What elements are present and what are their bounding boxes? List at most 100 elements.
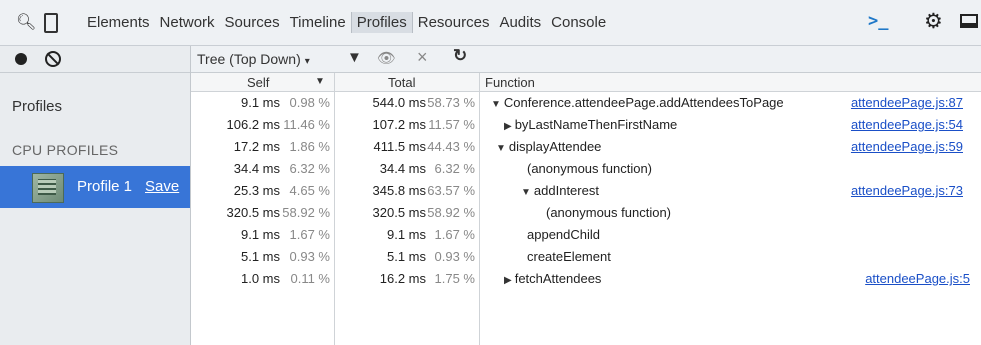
panel-tabs: Elements Network Sources Timeline Profil… xyxy=(82,12,611,33)
table-row[interactable]: 25.3 ms 4.65 % 345.8 ms 63.57 % ▼ addInterest… xyxy=(191,181,981,203)
function-name: createElement xyxy=(527,249,611,264)
column-header-total[interactable]: Total xyxy=(335,73,480,92)
tab-elements[interactable]: Elements xyxy=(82,12,155,33)
self-time-ms: 106.2 ms xyxy=(226,117,280,132)
function-name: appendChild xyxy=(527,227,601,242)
profile-name: Profile 1 xyxy=(77,178,133,195)
expanded-triangle-icon[interactable]: ▼ xyxy=(496,143,506,154)
source-link[interactable]: attendeePage.js:73 xyxy=(851,183,963,198)
cpu-profiles-heading: CPU PROFILES xyxy=(12,142,119,158)
column-header-total-label: Total xyxy=(388,75,416,90)
self-time-percent: 11.46 % xyxy=(283,117,330,132)
table-row[interactable]: 1.0 ms 0.11 % 16.2 ms 1.75 % ▶ fetchAttendees… xyxy=(191,269,981,291)
reload-icon[interactable]: ↻ xyxy=(453,46,467,66)
table-row[interactable]: 320.5 ms 58.92 % 320.5 ms 58.92 % (anonymous… xyxy=(191,203,981,225)
collapsed-triangle-icon[interactable]: ▶ xyxy=(504,121,512,132)
focus-selected-icon[interactable]: ▼ xyxy=(347,49,362,66)
self-time-ms: 25.3 ms xyxy=(233,183,280,198)
self-time-ms: 320.5 ms xyxy=(226,205,280,220)
function-cell: (anonymous function) xyxy=(527,161,652,176)
total-time-ms: 107.2 ms xyxy=(372,117,426,132)
total-time-ms: 345.8 ms xyxy=(372,183,426,198)
function-cell: ▼ addInterest xyxy=(521,183,599,198)
table-row[interactable]: 106.2 ms 11.46 % 107.2 ms 11.57 % ▶ byLastNam… xyxy=(191,115,981,137)
total-time-ms: 16.2 ms xyxy=(379,271,426,286)
record-icon[interactable] xyxy=(15,53,27,65)
self-time-percent: 0.93 % xyxy=(289,249,330,264)
source-link[interactable]: attendeePage.js:5 xyxy=(865,271,970,286)
sidebar-controls xyxy=(0,46,190,73)
profile-icon xyxy=(32,173,64,203)
function-cell: (anonymous function) xyxy=(546,205,671,220)
self-time-percent: 0.11 % xyxy=(290,271,330,286)
table-row[interactable]: 34.4 ms 6.32 % 34.4 ms 6.32 % (anonymous fun… xyxy=(191,159,981,181)
profile-item-selected[interactable]: Profile 1 Save xyxy=(0,166,190,208)
self-time-ms: 34.4 ms xyxy=(233,161,280,176)
total-time-percent: 58.92 % xyxy=(427,205,475,220)
self-time-ms: 9.1 ms xyxy=(240,227,280,242)
view-mode-select[interactable]: Tree (Top Down) ▾ xyxy=(197,51,310,67)
function-cell: ▼ Conference.attendeePage.addAttendeesToP… xyxy=(491,95,784,110)
devtools-toolbar: 🔍︎ Elements Network Sources Timeline Pro… xyxy=(0,0,981,46)
function-cell: ▶ byLastNameThenFirstName xyxy=(504,117,677,132)
clear-icon[interactable] xyxy=(45,51,61,67)
total-time-percent: 0.93 % xyxy=(434,249,475,264)
tab-console[interactable]: Console xyxy=(546,12,611,33)
function-name: addInterest xyxy=(533,183,599,198)
expanded-triangle-icon[interactable]: ▼ xyxy=(521,187,531,198)
chevron-down-icon: ▾ xyxy=(304,56,310,67)
tab-sources[interactable]: Sources xyxy=(220,12,285,33)
self-time-ms: 9.1 ms xyxy=(240,95,280,110)
column-header-self[interactable]: Self ▼ xyxy=(191,73,335,92)
function-cell: createElement xyxy=(527,249,611,264)
function-cell: appendChild xyxy=(527,227,600,242)
table-row[interactable]: 5.1 ms 0.93 % 5.1 ms 0.93 % createElement xyxy=(191,247,981,269)
self-time-percent: 4.65 % xyxy=(289,183,330,198)
total-time-percent: 1.67 % xyxy=(434,227,475,242)
table-row[interactable]: 9.1 ms 1.67 % 9.1 ms 1.67 % appendChild xyxy=(191,225,981,247)
sort-desc-icon: ▼ xyxy=(315,76,325,87)
function-name: (anonymous function) xyxy=(546,205,672,220)
save-profile-link[interactable]: Save xyxy=(145,178,179,195)
total-time-ms: 544.0 ms xyxy=(372,95,426,110)
expanded-triangle-icon[interactable]: ▼ xyxy=(491,99,501,110)
table-row[interactable]: 17.2 ms 1.86 % 411.5 ms 44.43 % ▼ displayAtte… xyxy=(191,137,981,159)
source-link[interactable]: attendeePage.js:59 xyxy=(851,139,963,154)
self-time-ms: 1.0 ms xyxy=(240,271,280,286)
function-name: fetchAttendees xyxy=(514,271,602,286)
self-time-percent: 6.32 % xyxy=(289,161,330,176)
tab-audits[interactable]: Audits xyxy=(494,12,546,33)
tab-network[interactable]: Network xyxy=(155,12,220,33)
eye-icon[interactable]: 👁︎ xyxy=(377,49,396,67)
function-name: displayAttendee xyxy=(508,139,602,154)
devtools-window: 🔍︎ Elements Network Sources Timeline Pro… xyxy=(0,0,981,345)
tab-timeline[interactable]: Timeline xyxy=(285,12,351,33)
profile-view-controls: Tree (Top Down) ▾ ▼ 👁︎ × ↻ xyxy=(191,46,981,73)
total-time-ms: 411.5 ms xyxy=(373,139,426,154)
self-time-percent: 58.92 % xyxy=(282,205,330,220)
profiles-sidebar: Profiles CPU PROFILES Profile 1 Save xyxy=(0,46,191,345)
column-header-function[interactable]: Function xyxy=(480,73,981,92)
search-icon[interactable]: 🔍︎ xyxy=(16,12,36,32)
view-mode-value: Tree (Top Down) xyxy=(197,51,301,67)
function-name: Conference.attendeePage.addAttendeesToPa… xyxy=(503,95,784,110)
total-time-percent: 6.32 % xyxy=(434,161,475,176)
source-link[interactable]: attendeePage.js:87 xyxy=(851,95,963,110)
table-row[interactable]: 9.1 ms 0.98 % 544.0 ms 58.73 % ▼ Conference.a… xyxy=(191,93,981,115)
tab-resources[interactable]: Resources xyxy=(413,12,495,33)
function-cell: ▶ fetchAttendees xyxy=(504,271,601,286)
self-time-percent: 1.67 % xyxy=(289,227,330,242)
device-mode-icon[interactable] xyxy=(44,13,58,33)
source-link[interactable]: attendeePage.js:54 xyxy=(851,117,963,132)
function-name: byLastNameThenFirstName xyxy=(514,117,678,132)
console-drawer-icon[interactable]: >_ xyxy=(868,11,888,31)
self-time-percent: 1.86 % xyxy=(289,139,330,154)
total-time-ms: 5.1 ms xyxy=(386,249,426,264)
close-icon[interactable]: × xyxy=(417,47,428,68)
dock-side-icon[interactable] xyxy=(960,14,978,28)
collapsed-triangle-icon[interactable]: ▶ xyxy=(504,275,512,286)
total-time-percent: 1.75 % xyxy=(434,271,475,286)
tab-profiles[interactable]: Profiles xyxy=(350,12,413,33)
gear-icon[interactable]: ⚙ xyxy=(924,9,943,34)
sidebar-title: Profiles xyxy=(12,98,63,115)
